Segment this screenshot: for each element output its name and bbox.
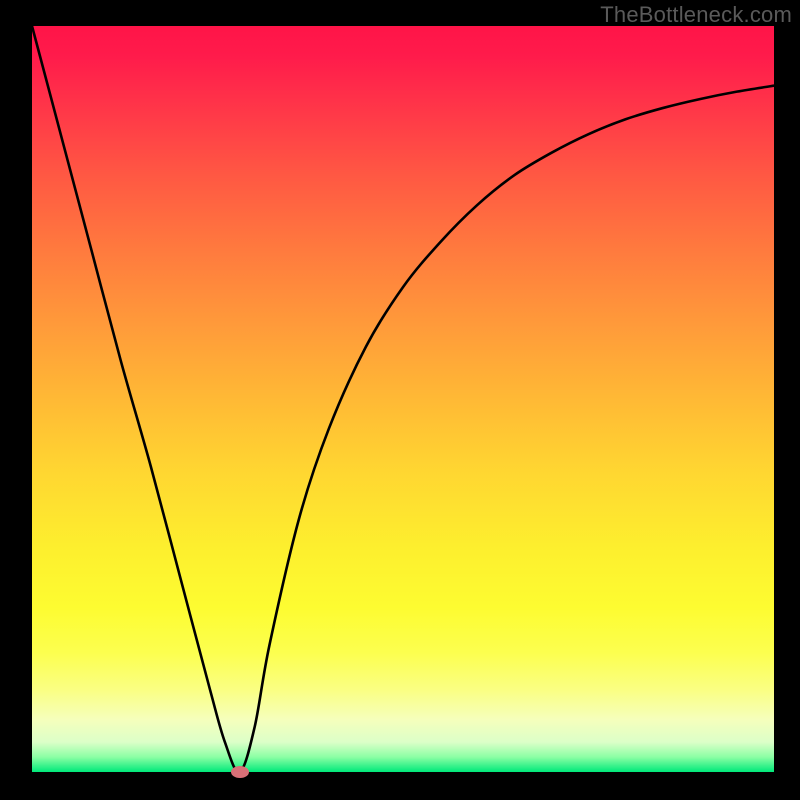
chart-frame: TheBottleneck.com (0, 0, 800, 800)
minimum-marker (231, 766, 249, 778)
curve-path (32, 26, 774, 772)
plot-area (32, 26, 774, 772)
bottleneck-curve (32, 26, 774, 772)
watermark-text: TheBottleneck.com (600, 2, 792, 28)
